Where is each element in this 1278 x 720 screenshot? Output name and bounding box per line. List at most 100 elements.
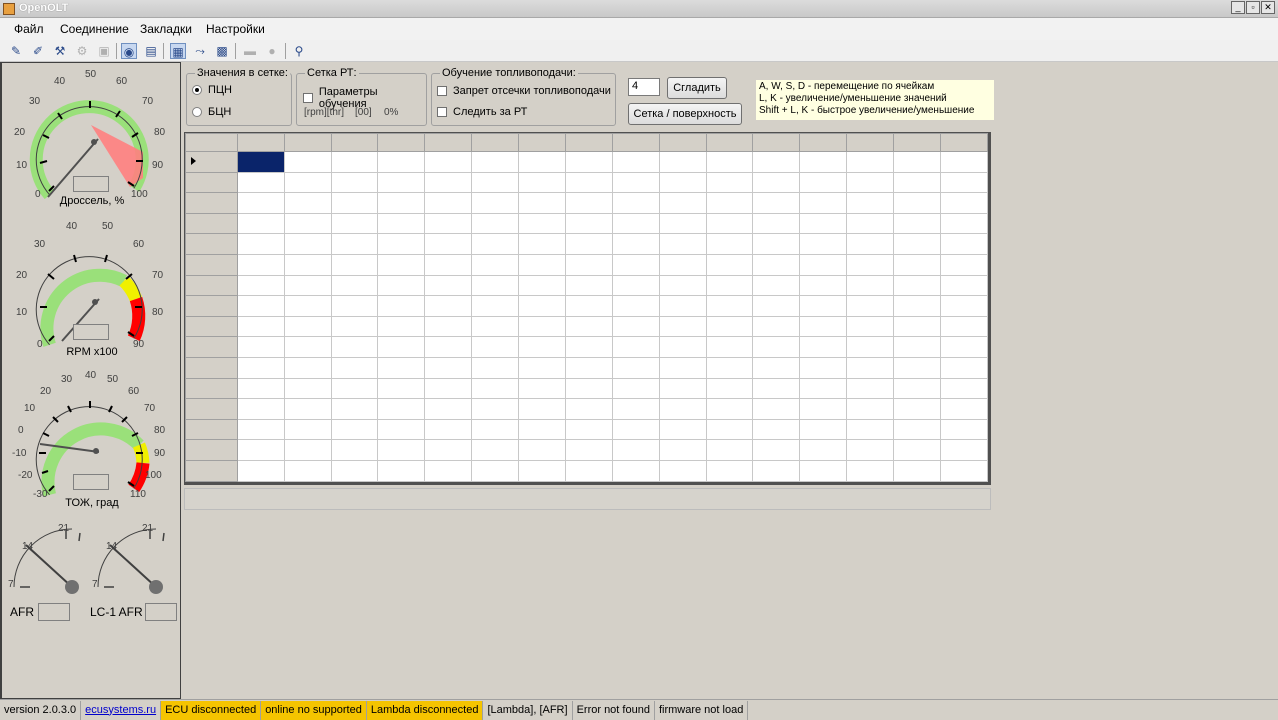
grid-cell[interactable]	[236, 398, 285, 420]
grid-cell[interactable]	[752, 295, 801, 317]
chart-icon[interactable]: ⤳	[192, 43, 208, 59]
grid-column-header[interactable]	[799, 133, 848, 152]
grid-cell[interactable]	[471, 356, 520, 379]
grid-cell[interactable]	[518, 439, 566, 461]
connect-icon[interactable]: ✎	[8, 43, 24, 59]
grid-cell[interactable]	[424, 439, 473, 461]
grid-cell[interactable]	[893, 295, 941, 317]
grid-cell[interactable]	[471, 336, 520, 358]
grid-cell[interactable]	[893, 274, 941, 297]
menu-bookmarks[interactable]: Закладки	[140, 22, 192, 36]
grid-cell[interactable]	[330, 315, 379, 338]
grid-cell[interactable]	[471, 151, 520, 173]
grid-cell[interactable]	[893, 315, 941, 338]
grid-cell[interactable]	[705, 151, 754, 173]
grid-cell[interactable]	[283, 336, 332, 358]
status-website-link[interactable]: ecusystems.ru	[81, 700, 162, 720]
grid-cell[interactable]	[752, 377, 801, 400]
grid-cell[interactable]	[236, 253, 285, 276]
grid-cell[interactable]	[611, 274, 660, 297]
grid-cell[interactable]	[799, 295, 848, 317]
grid-cell[interactable]	[564, 398, 613, 420]
grid-row-header[interactable]	[185, 315, 238, 338]
grid-cell[interactable]	[377, 377, 426, 400]
grid-cell[interactable]	[377, 151, 426, 173]
grid-cell[interactable]	[283, 377, 332, 400]
grid-cell[interactable]	[658, 439, 707, 461]
grid-cell[interactable]	[283, 295, 332, 317]
grid-row-header[interactable]	[185, 398, 238, 420]
grid-cell[interactable]	[846, 253, 895, 276]
grid-row-header[interactable]	[185, 151, 238, 173]
grid-cell[interactable]	[893, 171, 941, 194]
grid-cell[interactable]	[330, 253, 379, 276]
grid-cell[interactable]	[283, 192, 332, 214]
grid-cell[interactable]	[283, 212, 332, 235]
grid-cell[interactable]	[705, 377, 754, 400]
grid-cell[interactable]	[611, 171, 660, 194]
grid-column-header[interactable]	[705, 133, 754, 152]
grid-cell[interactable]	[799, 398, 848, 420]
grid-cell[interactable]	[658, 336, 707, 358]
follow-rt-checkbox[interactable]	[437, 107, 447, 117]
save-icon[interactable]: ▣	[96, 43, 112, 59]
grid-cell[interactable]	[330, 171, 379, 194]
grid-column-header[interactable]	[658, 133, 707, 152]
grid-column-header[interactable]	[846, 133, 895, 152]
grid-cell[interactable]	[705, 171, 754, 194]
grid-cell[interactable]	[236, 418, 285, 441]
grid-cell[interactable]	[658, 398, 707, 420]
grid-cell[interactable]	[611, 439, 660, 461]
grid-cell[interactable]	[236, 233, 285, 255]
grid-cell[interactable]	[236, 377, 285, 400]
grid-cell[interactable]	[377, 418, 426, 441]
grid-cell[interactable]	[377, 439, 426, 461]
grid-column-header[interactable]	[283, 133, 332, 152]
grid-column-header[interactable]	[330, 133, 379, 152]
grid-cell[interactable]	[518, 336, 566, 358]
grid-cell[interactable]	[518, 253, 566, 276]
grid-cell[interactable]	[705, 356, 754, 379]
grid-cell[interactable]	[893, 212, 941, 235]
grid-cell[interactable]	[330, 418, 379, 441]
grid-cell[interactable]	[564, 253, 613, 276]
grid-cell[interactable]	[330, 295, 379, 317]
grid-cell[interactable]	[424, 151, 473, 173]
learning-params-checkbox[interactable]	[303, 93, 313, 103]
grid-cell[interactable]	[236, 192, 285, 214]
follow-rt-checkbox-row[interactable]: Следить за РТ	[437, 106, 527, 118]
grid-cell[interactable]	[705, 295, 754, 317]
grid-surface-button[interactable]: Сетка / поверхность	[628, 103, 742, 125]
grid-cell[interactable]	[611, 418, 660, 441]
grid-cell[interactable]	[752, 253, 801, 276]
grid-cell[interactable]	[939, 398, 989, 420]
grid-cell[interactable]	[705, 459, 754, 482]
grid-cell[interactable]	[799, 233, 848, 255]
grid-row-header[interactable]	[185, 356, 238, 379]
grid-cell[interactable]	[893, 151, 941, 173]
grid-cell[interactable]	[283, 274, 332, 297]
grid-cell[interactable]	[846, 398, 895, 420]
grid-cell[interactable]	[377, 315, 426, 338]
grid-cell[interactable]	[752, 398, 801, 420]
grid-row-header[interactable]	[185, 233, 238, 255]
grid-cell[interactable]	[846, 212, 895, 235]
grid-cell[interactable]	[611, 253, 660, 276]
grid-cell[interactable]	[564, 377, 613, 400]
maximize-button[interactable]: ▫	[1246, 1, 1260, 14]
pin-icon[interactable]: ⚲	[291, 43, 307, 59]
grid-cell[interactable]	[471, 295, 520, 317]
grid-row-header[interactable]	[185, 459, 238, 482]
grid-cell[interactable]	[939, 253, 989, 276]
grid-cell[interactable]	[518, 295, 566, 317]
grid-cell[interactable]	[377, 212, 426, 235]
grid-cell[interactable]	[518, 377, 566, 400]
grid-row-header[interactable]	[185, 418, 238, 441]
grid-cell[interactable]	[283, 459, 332, 482]
grid-cell[interactable]	[377, 274, 426, 297]
smooth-value-input[interactable]: 4	[628, 78, 660, 96]
grid-cell[interactable]	[518, 398, 566, 420]
grid-cell[interactable]	[283, 151, 332, 173]
grid-row-header[interactable]	[185, 377, 238, 400]
grid-cell[interactable]	[330, 439, 379, 461]
